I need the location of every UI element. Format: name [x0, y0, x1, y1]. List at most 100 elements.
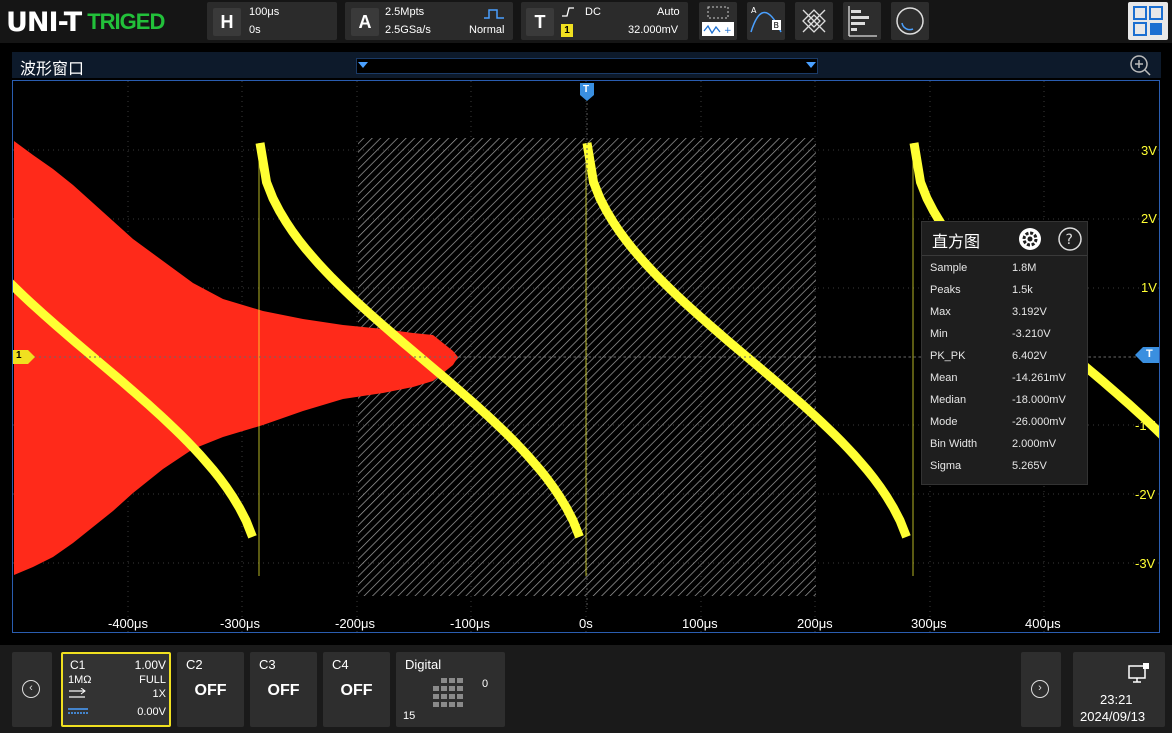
- horizontal-key: H: [213, 8, 241, 36]
- x-tick-label: -200μs: [335, 616, 376, 631]
- layout-button[interactable]: [1128, 2, 1168, 40]
- trigger-level-marker[interactable]: T: [1135, 347, 1159, 363]
- divider: [922, 255, 1087, 256]
- scroll-left-button[interactable]: ‹: [12, 652, 52, 727]
- histogram-stat-value: 6.402V: [1012, 350, 1047, 362]
- ch3-state: OFF: [267, 682, 300, 699]
- rising-edge-icon: [562, 7, 574, 17]
- trigger-position-marker[interactable]: T: [580, 83, 594, 101]
- trigger-level: 32.000mV: [628, 24, 679, 36]
- ch3-name: C3: [259, 657, 276, 672]
- digital-name: Digital: [405, 657, 442, 672]
- histogram-stat-label: Peaks: [930, 284, 961, 296]
- digital-panel[interactable]: Digital 0 15: [396, 652, 505, 727]
- chevron-left-icon: ‹: [22, 680, 40, 698]
- ch2-name: C2: [186, 657, 203, 672]
- digital-channels-icon: [433, 678, 463, 707]
- histogram-stat-label: Max: [930, 306, 951, 318]
- delay: 0s: [249, 24, 261, 36]
- bottom-channel-bar: ‹ C1 1.00V 1MΩ FULL 1X 0.00V C2 OFF C3 O…: [0, 645, 1172, 733]
- horizontal-menu[interactable]: H 100μs 0s: [207, 2, 337, 40]
- y-tick-label: -3V: [1135, 556, 1156, 571]
- channel-3-panel[interactable]: C3 OFF: [250, 652, 317, 727]
- memory-depth: 2.5Mpts: [385, 6, 425, 18]
- histogram-stat-value: 5.265V: [1012, 460, 1047, 472]
- svg-text:?: ?: [1066, 232, 1073, 248]
- histogram-stat-value: 3.192V: [1012, 306, 1047, 318]
- histogram-stat-value: -14.261mV: [1012, 372, 1066, 384]
- ch1-name: C1: [70, 658, 86, 672]
- digital-low-index: 0: [482, 678, 489, 690]
- scroll-right-marker-icon: [806, 62, 816, 68]
- settings-gear-icon[interactable]: [1018, 227, 1042, 251]
- ch1-bandwidth: FULL: [139, 674, 166, 686]
- trigger-marker-label: T: [583, 84, 590, 95]
- trigger-menu[interactable]: T DC Auto 1 32.000mV: [521, 2, 688, 40]
- cursor-tool-button[interactable]: A B: [747, 2, 785, 40]
- histogram-panel[interactable]: 直方图 ? Sample 1.8M Peaks 1.5k Max 3.192V Min -3.…: [921, 221, 1088, 485]
- histogram-stat-label: Min: [930, 328, 948, 340]
- histogram-stat-label: PK_PK: [930, 350, 966, 362]
- acquire-menu[interactable]: A 2.5Mpts 2.5GSa/s Normal: [345, 2, 513, 40]
- histogram-title: 直方图: [932, 234, 981, 251]
- sample-rate: 2.5GSa/s: [385, 24, 431, 36]
- brand-logo: UNI-T: [6, 6, 82, 38]
- ch1-impedance: 1MΩ: [68, 674, 92, 686]
- y-tick-label: -2V: [1135, 487, 1156, 502]
- histogram-stat-value: 1.8M: [1012, 262, 1037, 274]
- histogram-stat-value: -3.210V: [1012, 328, 1051, 340]
- channel-4-panel[interactable]: C4 OFF: [323, 652, 390, 727]
- channel-2-panel[interactable]: C2 OFF: [177, 652, 244, 727]
- histogram-tool-button[interactable]: [843, 2, 881, 40]
- histogram-stat-label: Median: [930, 394, 967, 406]
- x-tick-label: -100μs: [450, 616, 491, 631]
- histogram-stat-label: Sigma: [930, 460, 962, 472]
- mask-test-icon: [802, 9, 826, 33]
- ch2-state: OFF: [194, 682, 227, 699]
- ch4-state: OFF: [340, 682, 373, 699]
- histogram-stat-value: -18.000mV: [1012, 394, 1066, 406]
- search-circle-icon: [896, 7, 924, 35]
- timebase: 100μs: [249, 6, 280, 18]
- y-tick-label: 1V: [1141, 280, 1157, 295]
- trigger-source-badge: 1: [561, 24, 573, 37]
- horizontal-scrollbar[interactable]: [356, 58, 818, 74]
- trigger-sweep: Auto: [657, 6, 680, 18]
- clock-time: 23:21: [1100, 692, 1133, 707]
- channel-1-panel[interactable]: C1 1.00V 1MΩ FULL 1X 0.00V: [61, 652, 171, 727]
- cursor-measure-icon: A B: [750, 6, 782, 33]
- ch1-probe: 1X: [152, 688, 166, 700]
- x-tick-label: 400μs: [1025, 616, 1061, 631]
- ch1-offset: 0.00V: [137, 706, 166, 718]
- logo: UNI-T TRIGED: [6, 6, 165, 38]
- histogram-stat-label: Mode: [930, 416, 958, 428]
- x-tick-label: -400μs: [108, 616, 149, 631]
- zoom-tool-button[interactable]: +: [699, 2, 737, 40]
- svg-text:A: A: [751, 6, 757, 15]
- layout-grid-icon: [1133, 6, 1163, 36]
- mask-tool-button[interactable]: [795, 2, 833, 40]
- y-tick-label: -1V: [1135, 418, 1156, 433]
- pulse-icon: [484, 9, 504, 19]
- help-icon[interactable]: ?: [1057, 226, 1083, 252]
- acquire-key: A: [351, 8, 379, 36]
- x-tick-label: -300μs: [220, 616, 261, 631]
- zoom-in-icon[interactable]: [1129, 54, 1151, 76]
- svg-text:+: +: [724, 26, 732, 36]
- histogram-icon: [848, 6, 877, 37]
- trigger-coupling: DC: [585, 6, 601, 18]
- y-tick-label: 2V: [1141, 211, 1157, 226]
- coupling-dc-icon: [69, 688, 86, 698]
- ch1-marker-label: 1: [16, 350, 22, 361]
- search-tool-button[interactable]: [891, 2, 929, 40]
- trigger-key: T: [526, 8, 554, 36]
- x-tick-label: 0s: [579, 616, 593, 631]
- ch1-ground-marker[interactable]: 1: [13, 350, 35, 364]
- clock-panel[interactable]: 23:21 2024/09/13: [1073, 652, 1165, 727]
- histogram-stat-label: Mean: [930, 372, 958, 384]
- scroll-right-button[interactable]: ›: [1021, 652, 1061, 727]
- trigger-status: TRIGED: [87, 9, 165, 34]
- histogram-stat-label: Sample: [930, 262, 968, 274]
- clock-date: 2024/09/13: [1080, 709, 1146, 724]
- histogram-stat-value: -26.000mV: [1012, 416, 1066, 428]
